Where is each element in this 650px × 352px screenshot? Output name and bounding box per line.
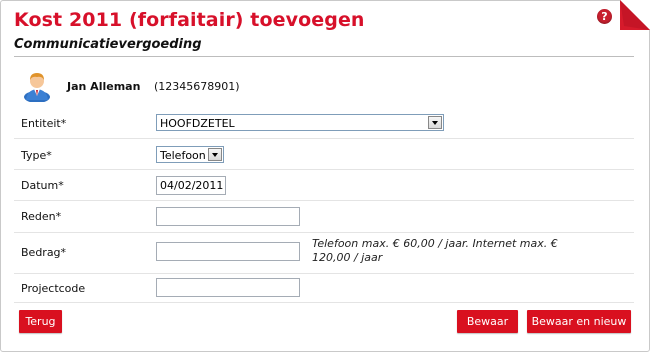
bedrag-hint-line-2: 120,00 / jaar xyxy=(312,251,383,264)
dropdown-arrow-icon[interactable] xyxy=(208,148,222,161)
dropdown-arrow-icon[interactable] xyxy=(428,116,442,129)
entiteit-select[interactable]: HOOFDZETEL xyxy=(156,114,444,131)
bedrag-label: Bedrag* xyxy=(21,246,67,259)
type-label: Type* xyxy=(21,149,52,162)
datum-input[interactable]: 04/02/2011 xyxy=(156,176,226,195)
entiteit-label: Entiteit* xyxy=(21,117,67,130)
save-button[interactable]: Bewaar xyxy=(457,310,518,333)
reden-label: Reden* xyxy=(21,210,62,223)
user-id: (12345678901) xyxy=(154,80,240,93)
bedrag-input[interactable] xyxy=(156,242,300,261)
bedrag-hint-line-1: Telefoon max. € 60,00 / jaar. Internet m… xyxy=(312,237,558,250)
row-datum: Datum* 04/02/2011 xyxy=(14,170,634,201)
row-bedrag: Bedrag* Telefoon max. € 60,00 / jaar. In… xyxy=(14,233,634,274)
projectcode-label: Projectcode xyxy=(21,282,86,295)
entiteit-select-value: HOOFDZETEL xyxy=(160,117,235,130)
bedrag-hint: Telefoon max. € 60,00 / jaar. Internet m… xyxy=(312,237,592,265)
row-reden: Reden* xyxy=(14,201,634,233)
row-type: Type* Telefoon xyxy=(14,139,634,170)
page-title: Kost 2011 (forfaitair) toevoegen xyxy=(14,9,365,31)
projectcode-input[interactable] xyxy=(156,278,300,297)
help-icon[interactable]: ? xyxy=(597,9,612,24)
row-entiteit: Entiteit* HOOFDZETEL xyxy=(14,108,634,139)
page-subtitle: Communicatievergoeding xyxy=(14,37,202,52)
user-avatar-icon xyxy=(24,73,50,102)
save-and-new-button[interactable]: Bewaar en nieuw xyxy=(527,310,631,333)
user-name: Jan Alleman xyxy=(67,80,141,93)
back-button[interactable]: Terug xyxy=(19,310,62,333)
type-select-value: Telefoon xyxy=(160,149,206,162)
reden-input[interactable] xyxy=(156,207,300,226)
page-corner-fold-icon xyxy=(620,0,650,30)
type-select[interactable]: Telefoon xyxy=(156,146,224,163)
datum-label: Datum* xyxy=(21,179,64,192)
header-divider xyxy=(14,56,634,57)
row-projectcode: Projectcode xyxy=(14,274,634,303)
